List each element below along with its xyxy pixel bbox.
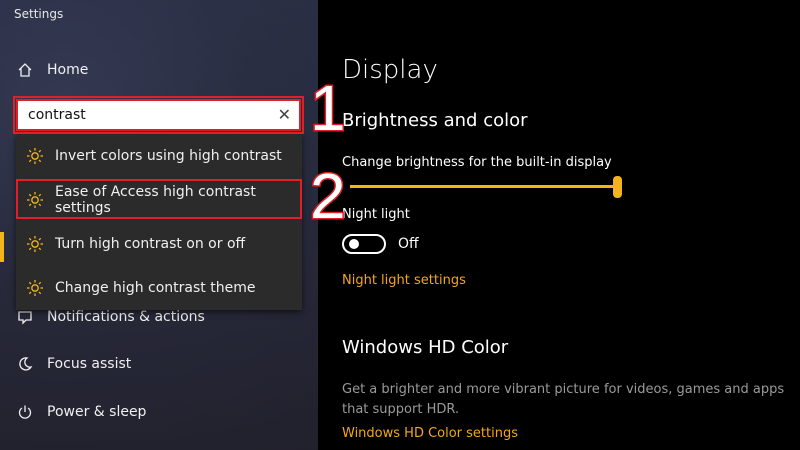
sun-icon xyxy=(27,192,43,208)
sidebar-item-label: Home xyxy=(47,62,89,78)
hd-color-description: Get a brighter and more vibrant picture … xyxy=(342,382,785,417)
search-result-label: Change high contrast theme xyxy=(55,280,256,296)
search-result-label: Ease of Access high contrast settings xyxy=(55,184,256,216)
brightness-slider-thumb[interactable] xyxy=(613,176,622,198)
window-title: Settings xyxy=(14,7,64,21)
page-title: Display xyxy=(342,55,438,85)
home-icon xyxy=(16,61,34,79)
search-results-dropdown: Invert colors using high contrast Ease o… xyxy=(16,134,302,310)
section-title-hd-color: Windows HD Color xyxy=(342,337,509,358)
search-input[interactable] xyxy=(28,107,268,123)
close-icon[interactable]: ✕ xyxy=(278,106,291,124)
night-light-state: Off xyxy=(398,236,419,252)
night-light-settings-link[interactable]: Night light settings xyxy=(342,273,466,288)
selected-indicator xyxy=(0,232,4,262)
sidebar-item-focus-assist[interactable]: Focus assist xyxy=(0,344,318,384)
search-result-item[interactable]: Turn high contrast on or off xyxy=(16,222,302,266)
search-box: ✕ xyxy=(16,99,301,131)
search-result-item[interactable]: Invert colors using high contrast xyxy=(16,134,302,178)
brightness-slider-track[interactable] xyxy=(350,185,618,188)
sun-icon xyxy=(27,280,43,296)
sidebar-item-home[interactable]: Home xyxy=(0,50,318,90)
sidebar-item-label: Focus assist xyxy=(47,356,132,372)
sidebar-item-power-sleep[interactable]: Power & sleep xyxy=(0,392,318,432)
sun-icon xyxy=(27,148,43,164)
power-icon xyxy=(16,403,34,421)
hd-color-settings-link[interactable]: Windows HD Color settings xyxy=(342,426,518,441)
annotation-step-1: 1 xyxy=(309,72,348,144)
annotation-step-2: 2 xyxy=(309,160,348,232)
sidebar-item-label: Notifications & actions xyxy=(47,309,205,325)
brightness-slider-label: Change brightness for the built-in displ… xyxy=(342,155,612,170)
search-result-item-ease-of-access[interactable]: Ease of Access high contrast settings xyxy=(16,178,302,222)
search-result-item[interactable]: Change high contrast theme xyxy=(16,266,302,310)
night-light-toggle[interactable] xyxy=(342,234,386,254)
moon-icon xyxy=(16,355,34,373)
toggle-knob xyxy=(349,239,359,249)
night-light-label: Night light xyxy=(342,207,410,222)
search-result-label: Turn high contrast on or off xyxy=(55,236,246,252)
notifications-icon xyxy=(16,308,34,326)
sun-icon xyxy=(27,236,43,252)
section-title-brightness: Brightness and color xyxy=(342,110,528,131)
search-result-label: Invert colors using high contrast xyxy=(55,148,282,164)
sidebar-item-label: Power & sleep xyxy=(47,404,147,420)
